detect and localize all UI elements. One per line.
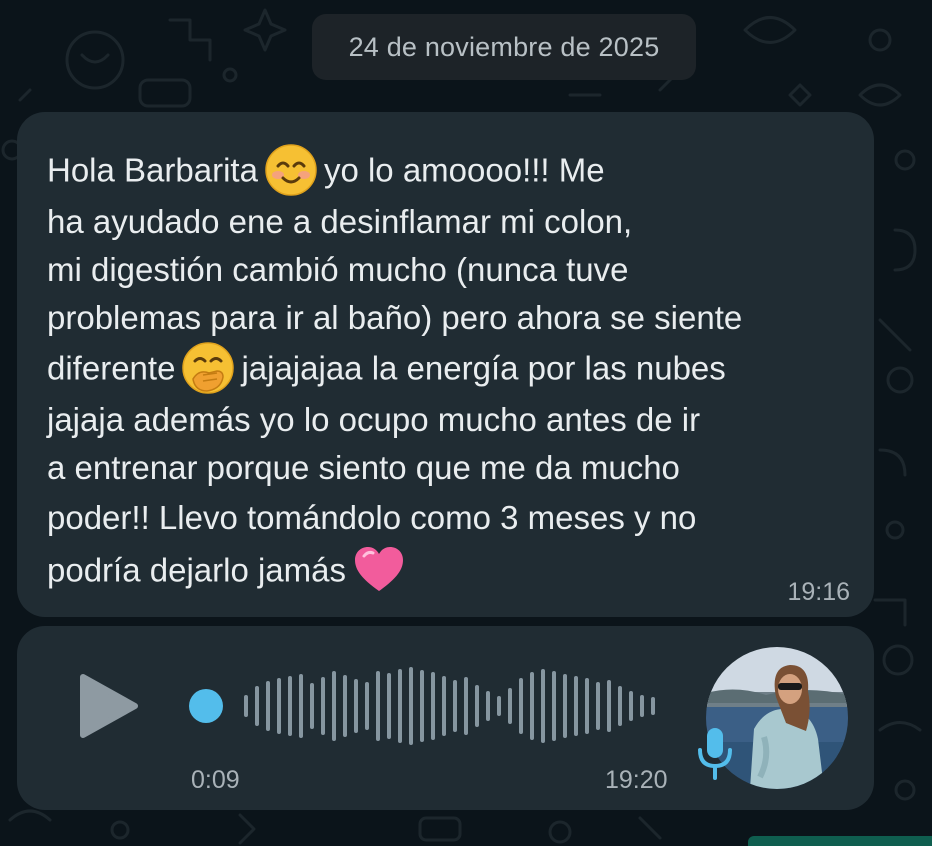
- date-separator: 24 de noviembre de 2025: [312, 14, 696, 80]
- waveform-bar: [607, 680, 611, 732]
- waveform-bar: [310, 683, 314, 729]
- waveform-bar: [409, 667, 413, 745]
- face-with-hand-over-mouth-emoji-icon: [181, 341, 235, 395]
- waveform-bar: [519, 678, 523, 734]
- waveform-bar: [530, 672, 534, 740]
- waveform-bar: [299, 674, 303, 738]
- message-line-text: a entrenar porque siento que me da mucho: [47, 449, 680, 486]
- waveform-bar: [244, 695, 248, 717]
- message-line-text: podría dejarlo jamás: [47, 551, 346, 589]
- message-line: ha ayudado ene a desinflamar mi colon,: [47, 198, 632, 246]
- message-line: diferente jajajajaa la energía por las nu…: [47, 341, 726, 395]
- message-line-text: jajajajaa la energía por las nubes: [241, 349, 726, 387]
- message-line: poder!! Llevo tomándolo como 3 meses y n…: [47, 494, 696, 542]
- waveform-bar: [376, 671, 380, 741]
- waveform-bar: [442, 676, 446, 736]
- waveform-bar: [574, 676, 578, 736]
- waveform-bar: [585, 678, 589, 734]
- waveform-bar: [651, 697, 655, 715]
- waveform-bar: [640, 695, 644, 717]
- message-line-text: mi digestión cambió mucho (nunca tuve: [47, 251, 629, 288]
- message-line: a entrenar porque siento que me da mucho: [47, 444, 680, 492]
- waveform-bar: [398, 669, 402, 743]
- waveform-bar: [497, 696, 501, 716]
- message-line-text: yo lo amoooo!!! Me: [323, 151, 605, 189]
- pink-heart-emoji-icon: [352, 543, 406, 597]
- play-icon[interactable]: [77, 671, 141, 741]
- waveform-bar: [563, 674, 567, 738]
- waveform-bar: [365, 682, 369, 730]
- message-line-text: diferente: [47, 349, 176, 387]
- waveform-bar: [332, 671, 336, 741]
- waveform-bar: [431, 672, 435, 740]
- message-line-text: jajaja además yo lo ocupo mucho antes de…: [47, 401, 701, 438]
- waveform-bar: [552, 671, 556, 741]
- waveform-bar: [475, 685, 479, 727]
- chat-background: 24 de noviembre de 2025 Hola Barbarita yo…: [0, 0, 932, 846]
- next-message-edge: [748, 836, 932, 846]
- audio-waveform[interactable]: [172, 661, 672, 751]
- waveform-bar: [288, 676, 292, 736]
- message-line-text: poder!! Llevo tomándolo como 3 meses y n…: [47, 499, 697, 536]
- message-line: mi digestión cambió mucho (nunca tuve: [47, 246, 628, 294]
- voice-duration: 0:09: [191, 766, 240, 794]
- waveform-bar: [321, 677, 325, 735]
- waveform-bar: [266, 681, 270, 731]
- message-timestamp: 19:16: [787, 578, 850, 606]
- waveform-bar: [596, 682, 600, 730]
- waveform-bar: [277, 678, 281, 734]
- waveform-bar: [486, 691, 490, 721]
- message-line-text: Hola Barbarita: [47, 151, 258, 189]
- date-label: 24 de noviembre de 2025: [348, 31, 660, 62]
- waveform-bar: [387, 673, 391, 739]
- message-line: podría dejarlo jamás: [47, 546, 412, 594]
- waveform-bar: [354, 679, 358, 733]
- waveform-bar: [464, 677, 468, 735]
- message-line-text: problemas para ir al baño) pero ahora se…: [47, 299, 743, 336]
- waveform-bar: [420, 670, 424, 742]
- voice-timestamp: 19:20: [605, 766, 668, 794]
- waveform-bar: [255, 686, 259, 726]
- waveform-bar: [629, 691, 633, 721]
- waveform-bar: [541, 669, 545, 743]
- waveform-bar: [343, 675, 347, 737]
- waveform-bar: [618, 686, 622, 726]
- message-line-text: ha ayudado ene a desinflamar mi colon,: [47, 203, 633, 240]
- incoming-voice-message[interactable]: 0:09 19:20: [17, 626, 874, 810]
- microphone-icon: [698, 728, 732, 780]
- smiling-face-emoji-icon: [264, 143, 318, 197]
- message-line: Hola Barbarita yo lo amoooo!!! Me: [47, 143, 605, 197]
- message-line: problemas para ir al baño) pero ahora se…: [47, 294, 742, 342]
- waveform-bar: [508, 688, 512, 724]
- playback-progress-handle[interactable]: [189, 689, 223, 723]
- incoming-text-message[interactable]: Hola Barbarita yo lo amoooo!!! Me ha ayud…: [17, 112, 874, 617]
- message-line: jajaja además yo lo ocupo mucho antes de…: [47, 396, 700, 444]
- waveform-bar: [453, 680, 457, 732]
